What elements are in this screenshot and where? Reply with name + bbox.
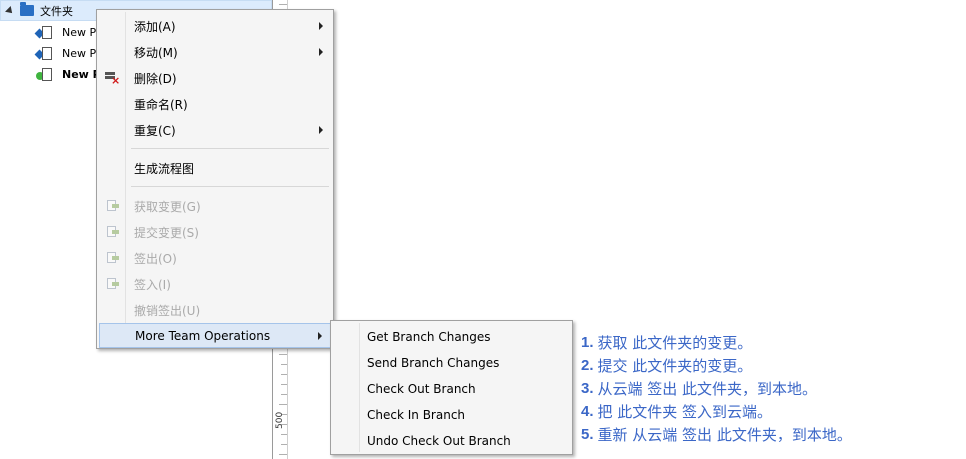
menu-item-label: 签出(O) [134, 251, 177, 266]
menu-item-label: Undo Check Out Branch [367, 434, 511, 448]
annotation-text: 获取 此文件夹的变更。 [597, 334, 753, 352]
annotation-list: 1. 获取 此文件夹的变更。 2. 提交 此文件夹的变更。 3. 从云端 签出 此文件… [581, 331, 961, 446]
menu-item-label: 生成流程图 [134, 161, 195, 176]
annotation-number: 1. [581, 334, 594, 351]
menu-item-label: 重复(C) [134, 123, 176, 138]
tree-item[interactable]: New P [34, 43, 97, 64]
tree-item[interactable]: New P [36, 64, 101, 85]
submenu-item-get-branch-changes[interactable]: Get Branch Changes [333, 324, 570, 350]
annotation-number: 3. [581, 380, 594, 397]
annotation-item: 2. 提交 此文件夹的变更。 [581, 354, 961, 377]
context-menu: 添加(A) 移动(M) × 删除(D) 重命名(R) 重复(C) 生成流程图 获… [96, 9, 334, 349]
ruler-label: 500 [275, 411, 285, 429]
menu-item-more-team-operations[interactable]: More Team Operations [99, 323, 331, 348]
submenu-arrow-icon [319, 22, 323, 30]
ruler-tick [279, 404, 287, 405]
annotation-number: 5. [581, 426, 594, 443]
menu-item-label: Check In Branch [367, 408, 466, 422]
menu-item-get-changes: 获取变更(G) [99, 194, 331, 218]
folder-icon [20, 2, 34, 16]
menu-item-submit-changes: 提交变更(S) [99, 220, 331, 244]
menu-item-label: 获取变更(G) [134, 199, 201, 214]
ruler-tick [281, 374, 287, 375]
menu-item-label: 移动(M) [134, 45, 178, 60]
ruler-tick [281, 444, 287, 445]
menu-item-label: 重命名(R) [134, 97, 188, 112]
ruler-tick [281, 434, 287, 435]
submenu-arrow-icon [319, 48, 323, 56]
ruler-tick [279, 4, 287, 5]
ruler-tick [279, 354, 287, 355]
menu-item-generate-flowchart[interactable]: 生成流程图 [99, 156, 331, 180]
submenu-arrow-icon [318, 332, 322, 340]
check-out-icon [104, 250, 120, 266]
ruler-tick [281, 384, 287, 385]
menu-item-duplicate[interactable]: 重复(C) [99, 118, 331, 142]
menu-item-move[interactable]: 移动(M) [99, 40, 331, 64]
ruler-tick [281, 364, 287, 365]
annotation-text: 提交 此文件夹的变更。 [597, 357, 753, 375]
menu-item-label: 提交变更(S) [134, 225, 199, 240]
annotation-item: 3. 从云端 签出 此文件夹，到本地。 [581, 377, 961, 400]
menu-item-check-out: 签出(O) [99, 246, 331, 270]
submenu-item-send-branch-changes[interactable]: Send Branch Changes [333, 350, 570, 376]
check-in-icon [104, 276, 120, 292]
menu-item-label: 添加(A) [134, 19, 176, 34]
get-changes-icon [104, 198, 120, 214]
submenu-item-check-out-branch[interactable]: Check Out Branch [333, 376, 570, 402]
annotation-text: 把 此文件夹 签入到云端。 [597, 403, 773, 421]
menu-item-label: Check Out Branch [367, 382, 476, 396]
submit-changes-icon [104, 224, 120, 240]
menu-item-check-in: 签入(I) [99, 272, 331, 296]
ruler-tick [279, 454, 287, 455]
tree-item-label: New P [62, 47, 97, 60]
submenu-item-check-in-branch[interactable]: Check In Branch [333, 402, 570, 428]
tree-root-label: 文件夹 [40, 4, 73, 18]
ruler-tick [281, 394, 287, 395]
annotation-text: 重新 从云端 签出 此文件夹，到本地。 [597, 426, 852, 444]
page-icon [34, 46, 54, 61]
menu-item-label: Get Branch Changes [367, 330, 491, 344]
expand-arrow-icon[interactable] [5, 5, 15, 16]
annotation-number: 4. [581, 403, 594, 420]
menu-separator [131, 186, 329, 187]
menu-separator [131, 148, 329, 149]
tree-item-label: New P [62, 26, 97, 39]
tree-item[interactable]: New P [34, 22, 97, 43]
menu-item-label: Send Branch Changes [367, 356, 500, 370]
menu-item-label: 撤销签出(U) [134, 303, 201, 318]
annotation-item: 5. 重新 从云端 签出 此文件夹，到本地。 [581, 423, 961, 446]
menu-item-delete[interactable]: × 删除(D) [99, 66, 331, 90]
submenu-item-undo-check-out-branch[interactable]: Undo Check Out Branch [333, 428, 570, 454]
menu-item-label: More Team Operations [135, 328, 271, 343]
menu-item-undo-check-out: 撤销签出(U) [99, 298, 331, 322]
page-icon [34, 25, 54, 40]
team-operations-submenu: Get Branch Changes Send Branch Changes C… [330, 320, 573, 455]
menu-item-label: 删除(D) [134, 71, 177, 86]
menu-item-label: 签入(I) [134, 277, 171, 292]
annotation-item: 4. 把 此文件夹 签入到云端。 [581, 400, 961, 423]
menu-item-rename[interactable]: 重命名(R) [99, 92, 331, 116]
annotation-number: 2. [581, 357, 594, 374]
annotation-item: 1. 获取 此文件夹的变更。 [581, 331, 961, 354]
delete-icon: × [104, 70, 120, 86]
menu-item-add[interactable]: 添加(A) [99, 14, 331, 38]
home-page-icon [36, 67, 54, 82]
tree-item-label: New P [62, 68, 101, 81]
submenu-arrow-icon [319, 126, 323, 134]
annotation-text: 从云端 签出 此文件夹，到本地。 [597, 380, 818, 398]
